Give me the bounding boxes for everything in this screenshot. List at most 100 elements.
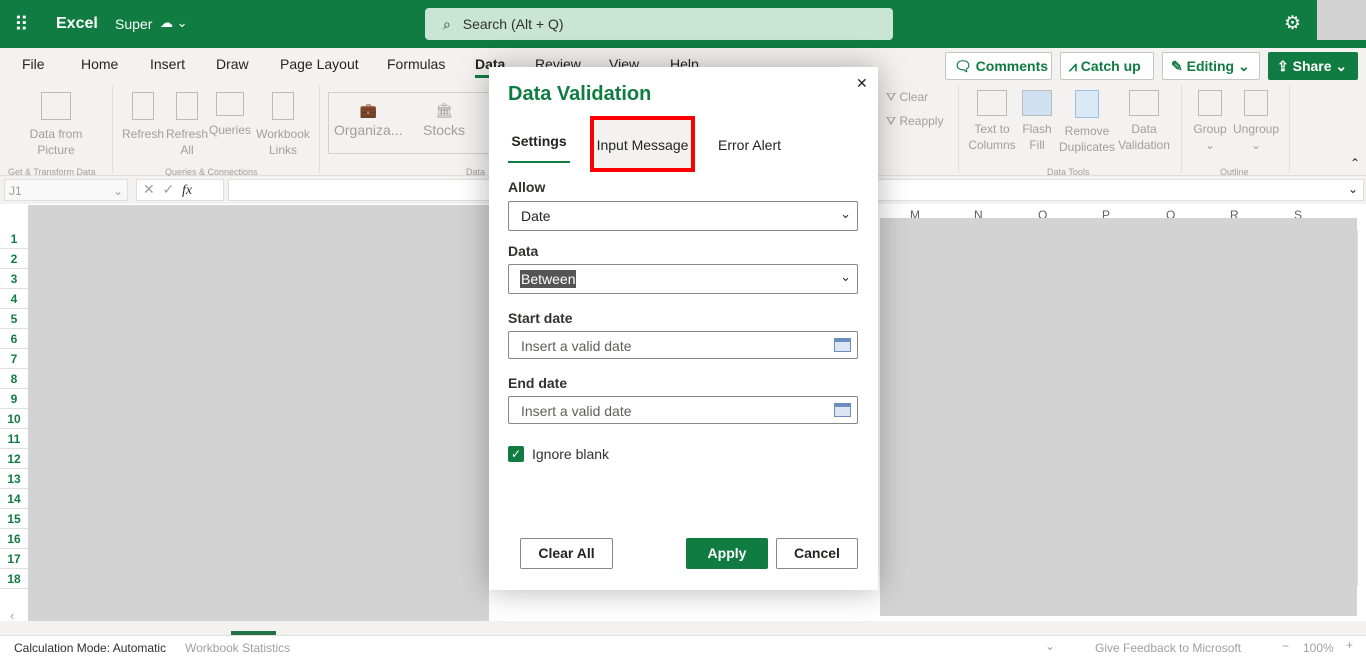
scroll-left-icon[interactable]: ‹ — [10, 608, 14, 623]
flash-fill-icon — [1022, 90, 1052, 116]
share-button[interactable]: ⇪ Share ⌄ — [1268, 52, 1358, 80]
start-date-input[interactable]: Insert a valid date — [508, 331, 858, 359]
refresh-all-button[interactable]: Refresh All — [166, 92, 208, 158]
group-button[interactable]: Group ⌄ — [1190, 90, 1230, 153]
redacted-region — [880, 218, 1357, 616]
calculation-mode[interactable]: Calculation Mode: Automatic — [14, 641, 166, 655]
row-header[interactable]: 17 — [0, 549, 28, 569]
tab-settings[interactable]: Settings — [508, 133, 570, 163]
data-select[interactable]: Between ⌄ — [508, 264, 858, 294]
divider — [319, 85, 320, 173]
ignore-blank-checkbox[interactable]: ✓ — [508, 446, 524, 462]
workbook-links-button[interactable]: Workbook Links — [254, 92, 312, 158]
tab-home[interactable]: Home — [81, 56, 118, 72]
feedback-link[interactable]: Give Feedback to Microsoft — [1095, 641, 1241, 655]
collapse-ribbon-icon[interactable]: ⌃ — [1350, 156, 1360, 170]
links-icon — [272, 92, 294, 120]
tab-error-alert[interactable]: Error Alert — [718, 137, 781, 153]
row-header[interactable]: 16 — [0, 529, 28, 549]
tab-input-message[interactable]: Input Message — [590, 116, 695, 172]
row-header[interactable]: 5 — [0, 309, 28, 329]
check-icon[interactable]: ✓ — [163, 181, 175, 197]
zoom-out-button[interactable]: − — [1282, 639, 1289, 653]
row-header[interactable]: 14 — [0, 489, 28, 509]
divider — [1181, 85, 1182, 173]
cancel-icon[interactable]: ✕ — [143, 181, 155, 197]
remove-duplicates-button[interactable]: Remove Duplicates — [1058, 90, 1116, 155]
zoom-in-button[interactable]: + — [1346, 638, 1353, 652]
cancel-button[interactable]: Cancel — [776, 538, 858, 569]
reapply-button[interactable]: ⛛ Reapply — [886, 113, 943, 129]
app-launcher-icon[interactable]: ⠿ — [14, 12, 29, 37]
row-header[interactable]: 7 — [0, 349, 28, 369]
row-header[interactable]: 8 — [0, 369, 28, 389]
comments-button[interactable]: 🗨 Comments — [945, 52, 1052, 80]
clear-filter-button[interactable]: ⛛ Clear — [886, 89, 928, 105]
row-header[interactable]: 18 — [0, 569, 28, 589]
row-header[interactable]: 6 — [0, 329, 28, 349]
catch-up-button[interactable]: ⩘ Catch up — [1060, 52, 1154, 80]
file-name[interactable]: Super — [115, 16, 152, 32]
chevron-down-icon[interactable]: ☁ ⌄ — [160, 15, 188, 31]
tab-formulas[interactable]: Formulas — [387, 56, 445, 72]
row-header[interactable]: 4 — [0, 289, 28, 309]
ignore-blank-label[interactable]: Ignore blank — [532, 446, 609, 462]
row-header[interactable]: 11 — [0, 429, 28, 449]
chevron-down-icon: ⌄ — [840, 206, 851, 221]
status-bar: Calculation Mode: Automatic Workbook Sta… — [0, 635, 1366, 657]
search-icon: ⌕ — [443, 16, 451, 32]
divider — [112, 85, 113, 173]
start-date-label: Start date — [508, 310, 573, 326]
name-box[interactable]: J1 ⌄ — [4, 179, 128, 201]
zoom-level[interactable]: 100% — [1303, 641, 1334, 655]
calendar-icon[interactable] — [834, 403, 851, 417]
row-header[interactable]: 3 — [0, 269, 28, 289]
flash-fill-button[interactable]: Flash Fill — [1020, 90, 1054, 153]
tab-page-layout[interactable]: Page Layout — [280, 56, 359, 72]
organization-data-type[interactable]: 💼 Organiza... — [334, 100, 402, 140]
workbook-statistics[interactable]: Workbook Statistics — [185, 641, 290, 655]
text-to-columns-button[interactable]: Text to Columns — [966, 90, 1018, 153]
divider — [1289, 85, 1290, 173]
queries-button[interactable]: Queries — [208, 92, 252, 138]
tab-file[interactable]: File — [22, 56, 45, 72]
settings-icon[interactable]: ⚙ — [1284, 12, 1301, 35]
allow-select[interactable]: Date ⌄ — [508, 201, 858, 231]
ungroup-button[interactable]: Ungroup ⌄ — [1232, 90, 1280, 153]
comment-icon: 🗨 — [954, 58, 972, 74]
row-header[interactable]: 9 — [0, 389, 28, 409]
app-name[interactable]: Excel — [56, 15, 98, 33]
close-icon[interactable]: ✕ — [856, 75, 868, 92]
refresh-button[interactable]: Refresh — [122, 92, 164, 142]
data-validation-button[interactable]: Data Validation — [1116, 90, 1172, 153]
row-header[interactable]: 12 — [0, 449, 28, 469]
vertical-scrollbar[interactable] — [1357, 230, 1366, 586]
end-date-input[interactable]: Insert a valid date — [508, 396, 858, 424]
data-from-picture-button[interactable]: Data from Picture — [22, 92, 90, 158]
search-input[interactable]: ⌕ Search (Alt + Q) — [425, 8, 893, 40]
queries-icon — [216, 92, 244, 116]
data-validation-icon — [1129, 90, 1159, 116]
row-header[interactable]: 13 — [0, 469, 28, 489]
row-header[interactable]: 10 — [0, 409, 28, 429]
row-header[interactable]: 2 — [0, 249, 28, 269]
allow-label: Allow — [508, 179, 546, 195]
calendar-icon[interactable] — [834, 338, 851, 352]
apply-button[interactable]: Apply — [686, 538, 768, 569]
tab-insert[interactable]: Insert — [150, 56, 185, 72]
activity-icon: ⩘ — [1069, 58, 1077, 74]
clear-all-button[interactable]: Clear All — [520, 538, 613, 569]
ungroup-icon — [1244, 90, 1268, 116]
end-date-label: End date — [508, 375, 568, 391]
row-header[interactable]: 1 — [0, 229, 28, 249]
editing-button[interactable]: ✎ Editing ⌄ — [1162, 52, 1260, 80]
sheet-tabs-bar — [0, 621, 1366, 635]
tab-draw[interactable]: Draw — [216, 56, 249, 72]
text-columns-icon — [977, 90, 1007, 116]
avatar[interactable] — [1317, 0, 1366, 40]
chevron-down-icon[interactable]: ⌄ — [1045, 639, 1055, 653]
row-header[interactable]: 15 — [0, 509, 28, 529]
stocks-data-type[interactable]: 🏛 Stocks — [423, 100, 465, 140]
function-icon[interactable]: fx — [182, 183, 192, 198]
expand-formula-icon[interactable]: ⌄ — [1348, 182, 1358, 196]
